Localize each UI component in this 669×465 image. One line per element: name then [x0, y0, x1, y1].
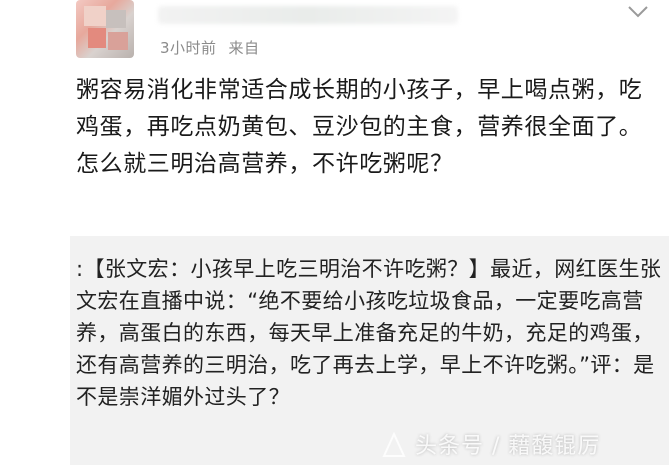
post-meta: 3小时前 来自 [160, 37, 260, 58]
user-name-blurred [158, 6, 458, 24]
watermark-text: 头条号 / 藉馥锟厉 [415, 434, 601, 459]
post-body: 粥容易消化非常适合成长期的小孩子，早上喝点粥，吃鸡蛋，再吃点奶黄包、豆沙包的主食… [76, 77, 643, 177]
post-time: 3小时前 [160, 39, 217, 57]
post-source: 来自 [228, 39, 260, 57]
quoted-post-text: :【张文宏：小孩早上吃三明治不许吃粥？】最近，网红医生张文宏在直播中说：“绝不要… [76, 257, 662, 409]
avatar[interactable] [76, 0, 134, 58]
watermark-logo-icon [382, 431, 406, 457]
chevron-down-icon[interactable] [626, 0, 650, 24]
